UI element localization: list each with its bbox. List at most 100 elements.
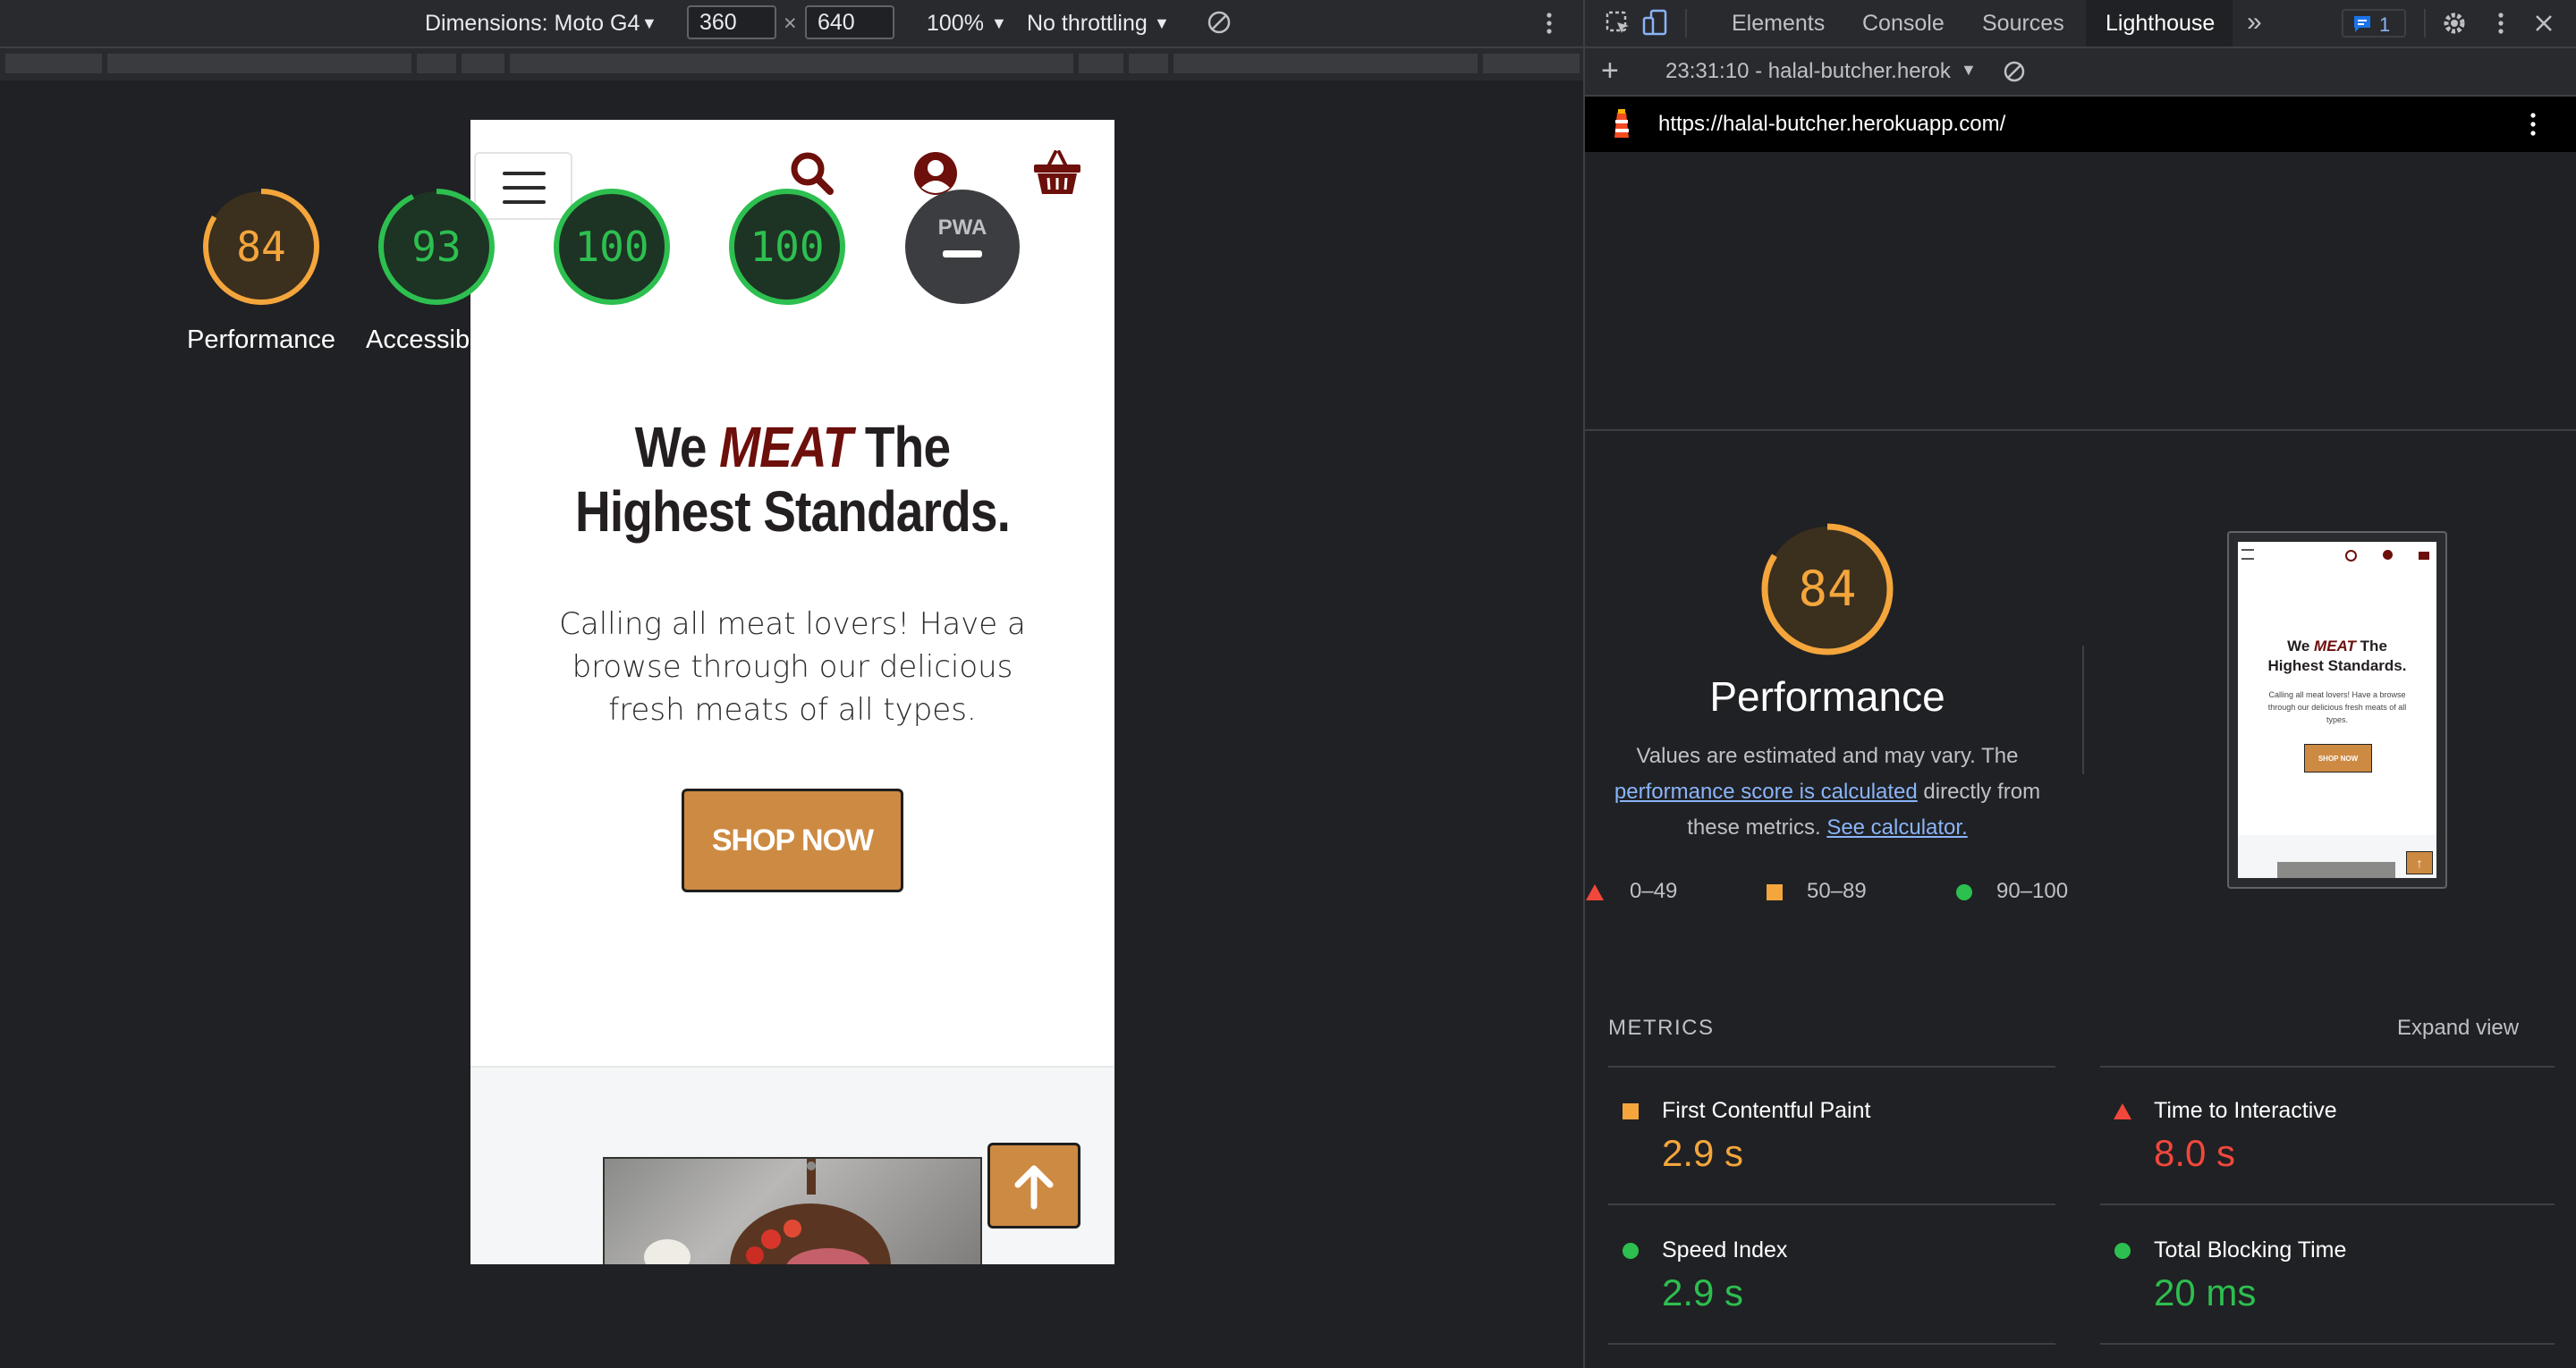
media-query-bar <box>0 48 1583 80</box>
dropdown-arrow-icon: ▼ <box>641 14 657 32</box>
shop-now-button[interactable]: SHOP NOW <box>682 789 903 892</box>
thumbnail-shop-button: SHOP NOW <box>2304 744 2372 773</box>
metrics-grid: First Contentful Paint 2.9 s Time to Inter… <box>1585 1066 2576 1368</box>
report-url[interactable]: https://halal-butcher.herokuapp.com/ <box>1658 112 2005 137</box>
rotate-icon[interactable] <box>1206 9 1233 36</box>
hero-title-text: The <box>864 415 951 479</box>
issues-badge[interactable]: 1 <box>2342 9 2406 38</box>
new-report-icon[interactable]: + <box>1601 54 1619 89</box>
hamburger-icon <box>503 172 546 175</box>
average-square-icon <box>1623 1103 1639 1119</box>
thumbnail-title-highlight: MEAT <box>2314 638 2356 654</box>
dimension-separator: × <box>784 11 797 36</box>
hamburger-line <box>503 200 546 204</box>
close-devtools-icon[interactable] <box>2533 13 2555 34</box>
media-query-segment[interactable] <box>417 54 456 73</box>
score-gauge-seo[interactable]: 100 SEO <box>728 188 846 411</box>
metric-value: 8.0 s <box>2154 1132 2236 1174</box>
score-calculation-link[interactable]: performance score is calculated <box>1614 780 1918 804</box>
expand-view-toggle[interactable]: Expand view <box>2397 1016 2519 1041</box>
score-label: PWA <box>933 325 992 354</box>
tab-sources[interactable]: Sources <box>1982 11 2064 37</box>
more-tabs-icon[interactable]: » <box>2247 7 2262 38</box>
tab-elements[interactable]: Elements <box>1732 11 1825 37</box>
thumbnail-product-image <box>2277 862 2395 878</box>
tab-console[interactable]: Console <box>1862 11 1945 37</box>
metric-title: Time to Interactive <box>2154 1098 2337 1123</box>
score-label: Best Practices <box>529 325 695 354</box>
score-gauge-pwa[interactable]: PWA PWA <box>903 188 1021 411</box>
score-gauge-performance[interactable]: 84 Performance <box>187 188 335 411</box>
thumbnail-page: We MEAT The Highest Standards. Calling a… <box>2238 542 2436 878</box>
device-toggle-icon[interactable] <box>1642 9 1669 38</box>
issues-count: 1 <box>2379 13 2391 36</box>
description-text: Values are estimated and may vary. The <box>1636 744 2019 768</box>
fail-triangle-icon <box>1586 884 1604 900</box>
media-query-segment[interactable] <box>462 54 504 73</box>
device-dimensions-dropdown[interactable]: Dimensions: Moto G4 <box>425 11 640 37</box>
calculator-link[interactable]: See calculator. <box>1826 815 1967 840</box>
metric-divider <box>2100 1343 2555 1345</box>
report-menu-icon[interactable] <box>2526 111 2540 138</box>
more-options-icon[interactable] <box>1540 11 1558 36</box>
device-toolbar: Dimensions: Moto G4 ▼ × 100% ▼ No thrott… <box>0 0 1583 48</box>
metric-value: 2.9 s <box>1662 1132 1744 1174</box>
pass-circle-icon <box>2114 1243 2131 1259</box>
report-selector[interactable]: 23:31:10 - halal-butcher.herok <box>1665 59 1951 84</box>
media-query-segment[interactable] <box>510 54 1073 73</box>
settings-gear-icon[interactable] <box>2440 9 2469 38</box>
clear-reports-icon[interactable] <box>2002 59 2027 84</box>
inspect-element-icon[interactable] <box>1605 10 1631 37</box>
pass-circle-icon <box>1956 884 1972 900</box>
score-value: 100 <box>574 223 649 271</box>
media-query-segment[interactable] <box>107 54 411 73</box>
toolbar-divider <box>1685 9 1687 38</box>
media-query-segment[interactable] <box>1483 54 1580 73</box>
pass-circle-icon <box>1623 1243 1639 1259</box>
score-gauge-best-practices[interactable]: 100 Best Practices <box>529 188 695 411</box>
thumbnail-hero-text: Calling all meat lovers! Have a browse t… <box>2267 690 2407 724</box>
score-ring: PWA <box>905 190 1020 304</box>
width-input[interactable] <box>687 5 776 39</box>
score-gauge-accessibility[interactable]: 93 Accessibility <box>366 188 507 411</box>
thumbnail-hero-title: We MEAT The Highest Standards. <box>2238 637 2436 676</box>
lighthouse-logo-icon <box>1614 109 1629 138</box>
height-input[interactable] <box>805 5 894 39</box>
legend-average: 50–89 <box>1807 879 1867 903</box>
basket-icon[interactable] <box>1030 147 1084 200</box>
hero-description: Calling all meat lovers! Have a browse t… <box>559 606 1026 728</box>
toolbar-divider <box>2424 9 2426 38</box>
score-value: 93 <box>411 223 462 271</box>
devtools-panel: Elements Console Sources Lighthouse » 1 … <box>187 0 2576 1368</box>
dropdown-arrow-icon: ▼ <box>1154 14 1170 32</box>
customize-devtools-icon[interactable] <box>2494 11 2508 36</box>
legend-pass: 90–100 <box>1996 879 2069 903</box>
metric-speed-index: Speed Index 2.9 s <box>1608 1205 2055 1345</box>
pwa-dash-icon <box>943 250 982 258</box>
thumbnail-back-to-top-icon: ↑ <box>2406 851 2433 874</box>
legend-fail: 0–49 <box>1630 879 1678 903</box>
report-url-bar: https://halal-butcher.herokuapp.com/ <box>1585 97 2576 152</box>
metric-divider <box>1608 1343 2055 1345</box>
lighthouse-toolbar: + 23:31:10 - halal-butcher.herok ▼ <box>1585 48 2576 97</box>
hero-title: We MEAT The Highest Standards. <box>515 415 1069 544</box>
throttling-dropdown[interactable]: No throttling <box>1027 11 1148 37</box>
zoom-dropdown[interactable]: 100% <box>927 11 984 37</box>
hamburger-icon <box>2241 549 2254 560</box>
score-value: 84 <box>236 223 286 271</box>
metric-title: First Contentful Paint <box>1662 1098 1871 1123</box>
pwa-badge-text: PWA <box>938 215 987 240</box>
score-label: Performance <box>186 325 335 354</box>
devtools-tab-bar: Elements Console Sources Lighthouse » 1 <box>1585 0 2576 48</box>
metric-title: Speed Index <box>1662 1237 1788 1262</box>
average-square-icon <box>1767 884 1783 900</box>
media-query-segment[interactable] <box>1174 54 1478 73</box>
back-to-top-button[interactable] <box>987 1143 1080 1229</box>
media-query-segment[interactable] <box>5 54 102 73</box>
tab-lighthouse[interactable]: Lighthouse <box>2106 11 2215 37</box>
metric-first-contentful-paint: First Contentful Paint 2.9 s <box>1608 1066 2055 1205</box>
media-query-segment[interactable] <box>1079 54 1123 73</box>
media-query-segment[interactable] <box>1129 54 1168 73</box>
performance-title: Performance <box>1709 673 1945 720</box>
fail-triangle-icon <box>2114 1103 2131 1119</box>
